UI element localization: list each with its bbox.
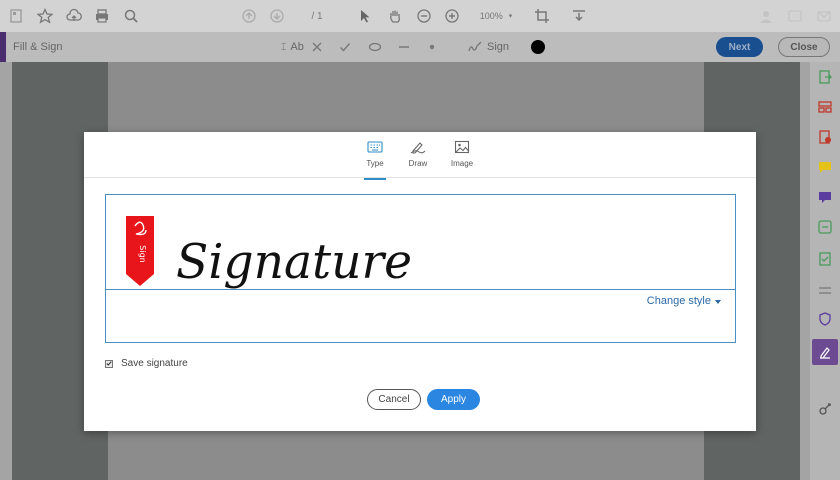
cursor-icon[interactable] bbox=[356, 7, 374, 25]
cloud-upload-icon[interactable] bbox=[65, 7, 83, 25]
apply-button[interactable]: Apply bbox=[427, 389, 480, 410]
save-signature-checkbox[interactable] bbox=[105, 359, 113, 368]
mail-icon[interactable] bbox=[815, 7, 833, 25]
save-signature-label: Save signature bbox=[121, 358, 188, 369]
ellipse-icon[interactable] bbox=[368, 39, 382, 55]
zoom-in-icon[interactable] bbox=[443, 7, 461, 25]
signature-baseline bbox=[106, 289, 735, 290]
text-tool[interactable]: ⌶ Ab bbox=[281, 39, 304, 55]
zoom-select[interactable]: 100% ▾ bbox=[474, 7, 518, 25]
change-style-link[interactable]: Change style bbox=[647, 295, 721, 307]
dot-icon[interactable] bbox=[428, 39, 436, 55]
tab-draw[interactable]: Draw bbox=[398, 140, 438, 176]
save-signature-row[interactable]: Save signature bbox=[105, 358, 188, 369]
signature-text: Signature bbox=[176, 234, 412, 290]
signature-field[interactable]: Sign Signature Change style bbox=[105, 194, 736, 343]
compress-icon[interactable] bbox=[815, 217, 835, 237]
cancel-button[interactable]: Cancel bbox=[367, 389, 421, 410]
prev-page-icon[interactable] bbox=[240, 7, 258, 25]
protect-icon[interactable] bbox=[815, 309, 835, 329]
crop-icon[interactable] bbox=[533, 7, 551, 25]
hand-icon[interactable] bbox=[386, 7, 404, 25]
comment-icon[interactable] bbox=[815, 157, 835, 177]
window-icon[interactable] bbox=[786, 7, 804, 25]
close-button[interactable]: Close bbox=[778, 37, 830, 57]
scan-icon[interactable] bbox=[815, 249, 835, 269]
sign-tool-label: Sign bbox=[487, 41, 510, 53]
toolbar-dropdown-icon[interactable] bbox=[570, 7, 588, 25]
page-thumbnail-icon[interactable] bbox=[7, 7, 25, 25]
chevron-down-icon bbox=[715, 299, 721, 304]
fill-sign-icon[interactable] bbox=[812, 339, 838, 365]
redact-icon[interactable] bbox=[815, 187, 835, 207]
print-icon[interactable] bbox=[93, 7, 111, 25]
tab-draw-label: Draw bbox=[408, 159, 428, 168]
search-icon[interactable] bbox=[122, 7, 140, 25]
fill-sign-accent bbox=[0, 32, 6, 62]
left-panel bbox=[0, 62, 12, 480]
signature-preview: Signature bbox=[176, 234, 412, 290]
cross-mark-icon[interactable] bbox=[311, 39, 323, 55]
active-tab-indicator bbox=[364, 178, 386, 180]
zoom-out-icon[interactable] bbox=[415, 7, 433, 25]
dialog-divider bbox=[84, 177, 756, 178]
next-button[interactable]: Next bbox=[716, 37, 763, 57]
organize-pages-icon[interactable] bbox=[815, 97, 835, 117]
star-icon[interactable] bbox=[36, 7, 54, 25]
next-page-icon[interactable] bbox=[268, 7, 286, 25]
more-tools-icon[interactable] bbox=[815, 399, 835, 419]
zoom-value: 100% bbox=[479, 11, 503, 21]
image-icon bbox=[454, 140, 470, 154]
sign-tool[interactable]: Sign bbox=[467, 39, 509, 55]
more-options-icon[interactable] bbox=[815, 281, 835, 301]
change-style-label: Change style bbox=[646, 295, 711, 307]
tab-type-label: Type bbox=[366, 159, 384, 168]
sign-flag-text: Sign bbox=[138, 245, 147, 262]
tab-image[interactable]: Image bbox=[442, 140, 482, 176]
text-tool-icon: ⌶ bbox=[281, 41, 287, 52]
sign-pen-icon bbox=[468, 41, 482, 52]
fill-sign-title: Fill & Sign bbox=[13, 41, 63, 53]
chevron-down-icon: ▾ bbox=[508, 13, 513, 20]
color-picker-dot[interactable] bbox=[531, 40, 545, 54]
text-tool-label: Ab bbox=[290, 41, 304, 53]
checkmark-icon[interactable] bbox=[339, 39, 351, 55]
pen-draw-icon bbox=[410, 142, 426, 154]
right-panel-scroll bbox=[800, 62, 810, 480]
tab-type[interactable]: Type bbox=[355, 140, 395, 180]
edit-pdf-icon[interactable] bbox=[815, 127, 835, 147]
line-icon[interactable] bbox=[397, 39, 411, 55]
fill-sign-toolbar: Fill & Sign ⌶ Ab Sign bbox=[0, 32, 840, 62]
keyboard-icon bbox=[367, 141, 383, 153]
top-toolbar: / 1 100% ▾ bbox=[0, 0, 840, 32]
account-icon[interactable] bbox=[757, 7, 775, 25]
export-pdf-icon[interactable] bbox=[815, 67, 835, 87]
sign-here-flag: Sign bbox=[126, 216, 154, 286]
checkmark-icon bbox=[106, 361, 112, 366]
page-indicator[interactable]: / 1 bbox=[300, 8, 334, 24]
signature-dialog: Type Draw Image Sign Signature Change st… bbox=[84, 132, 756, 431]
tab-image-label: Image bbox=[450, 159, 474, 168]
